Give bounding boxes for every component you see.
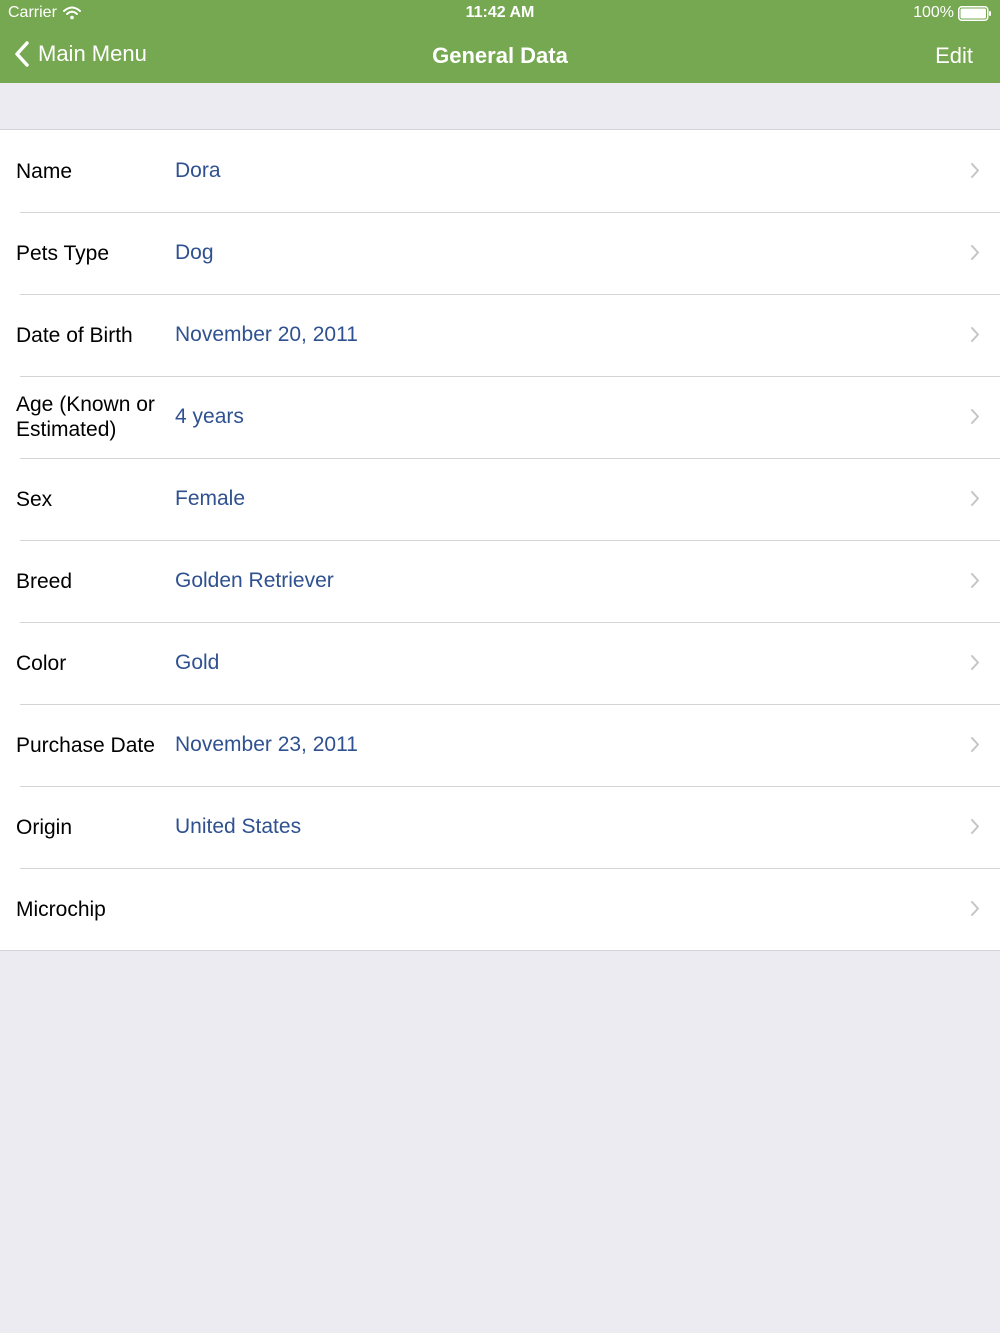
list-item-name[interactable]: Name Dora [0, 130, 1000, 212]
row-value: November 23, 2011 [175, 733, 358, 756]
list-item-breed[interactable]: Breed Golden Retriever [0, 540, 1000, 622]
row-value: Gold [175, 651, 220, 674]
chevron-right-icon [971, 245, 979, 260]
row-label: Date of Birth [16, 323, 133, 347]
list-item-sex[interactable]: Sex Female [0, 458, 1000, 540]
chevron-right-icon [971, 901, 979, 916]
list-item-origin[interactable]: Origin United States [0, 786, 1000, 868]
chevron-right-icon [971, 491, 979, 506]
row-label: Age (Known or Estimated) [16, 393, 155, 441]
list-item-date-of-birth[interactable]: Date of Birth November 20, 2011 [0, 294, 1000, 376]
chevron-right-icon [971, 819, 979, 834]
chevron-right-icon [971, 655, 979, 670]
chevron-right-icon [971, 573, 979, 588]
row-value: United States [175, 815, 302, 838]
row-label: Origin [16, 815, 73, 839]
chevron-right-icon [971, 737, 979, 752]
row-label: Breed [16, 569, 73, 593]
status-time: 11:42 AM [465, 4, 535, 21]
nav-bar: Main Menu General Data Edit [0, 28, 1000, 83]
general-data-list: Name Dora Pets Type Dog Date of Birth No… [0, 129, 1000, 951]
chevron-right-icon [971, 409, 979, 424]
row-value: Dora [175, 159, 221, 182]
list-item-purchase-date[interactable]: Purchase Date November 23, 2011 [0, 704, 1000, 786]
chevron-right-icon [971, 327, 979, 342]
chevron-right-icon [971, 163, 979, 178]
list-item-color[interactable]: Color Gold [0, 622, 1000, 704]
battery-icon [958, 5, 991, 21]
row-label: Sex [16, 487, 53, 511]
row-value: 4 years [175, 405, 244, 428]
list-item-microchip[interactable]: Microchip [0, 868, 1000, 950]
row-value: Female [175, 487, 246, 510]
page-title: General Data [432, 43, 568, 68]
list-item-pets-type[interactable]: Pets Type Dog [0, 212, 1000, 294]
row-label: Color [16, 651, 67, 675]
row-label: Name [16, 159, 73, 183]
row-value: Golden Retriever [175, 569, 334, 592]
header: Carrier 11:42 AM 100% Main Menu General … [0, 0, 1000, 83]
row-label: Pets Type [16, 241, 110, 265]
row-label: Microchip [16, 897, 106, 921]
row-value: Dog [175, 241, 214, 264]
battery-percent: 100% [913, 4, 954, 21]
row-value: November 20, 2011 [175, 323, 358, 346]
status-battery: 100% [913, 4, 992, 22]
list-item-age[interactable]: Age (Known or Estimated) 4 years [0, 376, 1000, 458]
status-bar: Carrier 11:42 AM 100% [0, 0, 1000, 28]
edit-button[interactable]: Edit [935, 43, 973, 69]
row-label: Purchase Date [16, 733, 155, 757]
